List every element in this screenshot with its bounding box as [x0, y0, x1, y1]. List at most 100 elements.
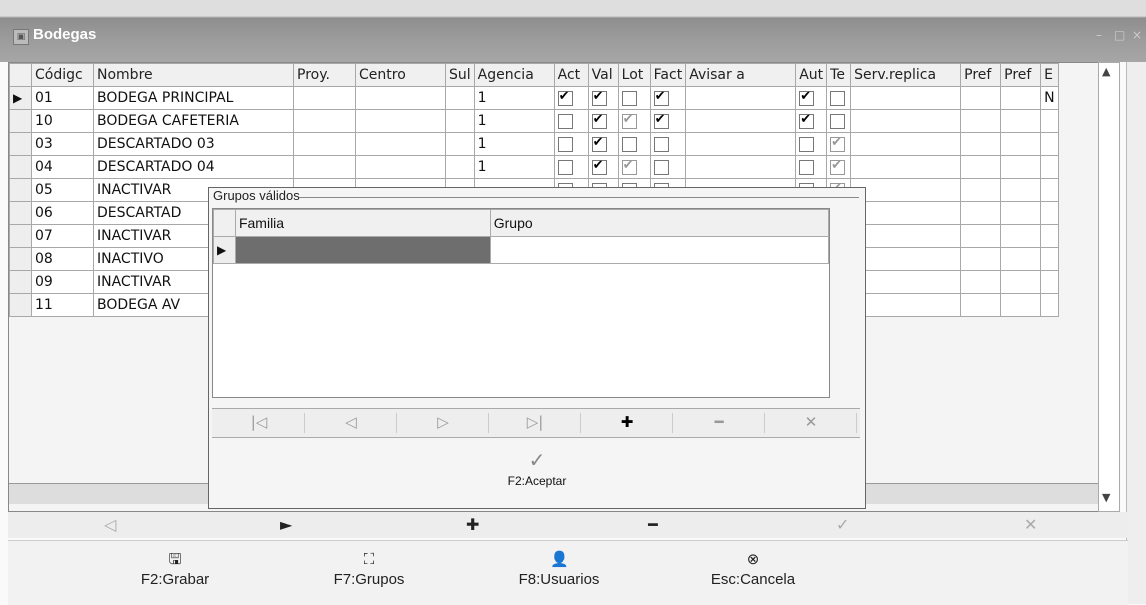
act-checkbox[interactable]	[557, 113, 573, 129]
lot-checkbox[interactable]	[621, 158, 637, 175]
proy-cell[interactable]	[293, 109, 356, 133]
pref-cell[interactable]	[1000, 86, 1042, 110]
codigo-cell[interactable]: 11	[31, 293, 94, 317]
usuarios-button[interactable]: 👤 F8:Usuarios	[504, 551, 614, 588]
serv-replica-cell[interactable]	[850, 155, 962, 179]
column-header[interactable]: Nombre	[93, 63, 294, 87]
familia-cell[interactable]	[234, 236, 491, 264]
te-checkbox[interactable]	[830, 90, 846, 106]
post-icon[interactable]: ✓	[836, 515, 849, 534]
table-row[interactable]: ▶01BODEGA PRINCIPAL 1 N	[9, 86, 1059, 110]
column-header[interactable]: Val	[587, 63, 619, 87]
sul-cell[interactable]	[445, 86, 475, 110]
avisar-cell[interactable]	[685, 132, 797, 156]
first-icon[interactable]: |◁	[214, 413, 305, 433]
column-header[interactable]: E	[1040, 63, 1059, 87]
codigo-cell[interactable]: 03	[31, 132, 94, 156]
pref-cell[interactable]	[1000, 247, 1042, 271]
column-header[interactable]: Pref	[960, 63, 1002, 87]
avisar-cell[interactable]	[685, 109, 797, 133]
column-header[interactable]: Avisar a	[685, 63, 797, 87]
maximize-icon[interactable]: □	[1114, 28, 1128, 42]
pref-cell[interactable]	[1000, 178, 1042, 202]
cancela-button[interactable]: ⊗ Esc:Cancela	[698, 551, 808, 588]
lot-checkbox[interactable]	[621, 90, 637, 106]
agencia-cell[interactable]: 1	[473, 86, 555, 110]
pref-cell[interactable]	[960, 109, 1002, 133]
grabar-button[interactable]: 🖫 F2:Grabar	[120, 551, 230, 588]
prior-icon[interactable]: ◁	[306, 413, 397, 433]
avisar-cell[interactable]	[685, 155, 797, 179]
agencia-cell[interactable]: 1	[473, 109, 555, 133]
val-checkbox[interactable]	[591, 135, 607, 152]
sul-cell[interactable]	[445, 132, 475, 156]
sul-cell[interactable]	[445, 109, 475, 133]
serv-replica-cell[interactable]	[850, 247, 962, 271]
insert-icon[interactable]: ✚	[466, 515, 479, 534]
codigo-cell[interactable]: 08	[31, 247, 94, 271]
aut-checkbox[interactable]	[799, 112, 815, 129]
fact-checkbox[interactable]	[653, 112, 669, 129]
avisar-cell[interactable]	[685, 86, 797, 110]
next-icon[interactable]: ▷	[398, 413, 489, 433]
delete-icon[interactable]: ━	[648, 515, 658, 534]
te-checkbox[interactable]	[830, 113, 846, 129]
aut-checkbox[interactable]	[799, 136, 815, 152]
serv-replica-cell[interactable]	[850, 270, 962, 294]
column-header[interactable]: Códigc	[31, 63, 94, 87]
cancel-edit-icon[interactable]: ✕	[1024, 515, 1037, 534]
serv-replica-cell[interactable]	[850, 132, 962, 156]
column-header-familia[interactable]: Familia	[234, 209, 491, 237]
val-checkbox[interactable]	[591, 89, 607, 106]
close-icon[interactable]: ×	[1132, 28, 1146, 42]
grupos-button[interactable]: ⛶ F7:Grupos	[314, 551, 424, 588]
codigo-cell[interactable]: 09	[31, 270, 94, 294]
pref-cell[interactable]	[1000, 132, 1042, 156]
e-cell[interactable]	[1040, 178, 1059, 202]
table-row[interactable]: 03 DESCARTADO 03 1	[9, 132, 1059, 156]
minimize-icon[interactable]: –	[1096, 28, 1110, 42]
e-cell[interactable]	[1040, 155, 1059, 179]
nombre-cell[interactable]: BODEGA PRINCIPAL	[93, 86, 294, 110]
codigo-cell[interactable]: 05	[31, 178, 94, 202]
proy-cell[interactable]	[293, 155, 356, 179]
serv-replica-cell[interactable]	[850, 178, 962, 202]
grid-vertical-scrollbar[interactable]: ▲ ▼	[1098, 62, 1120, 512]
insert-icon[interactable]: ✚	[582, 413, 673, 433]
pref-cell[interactable]	[1000, 109, 1042, 133]
te-checkbox[interactable]	[830, 158, 846, 175]
codigo-cell[interactable]: 01	[31, 86, 94, 110]
window-vertical-scrollbar[interactable]	[1126, 62, 1146, 604]
grupo-cell[interactable]	[489, 236, 830, 264]
pref-cell[interactable]	[960, 224, 1002, 248]
codigo-cell[interactable]: 04	[31, 155, 94, 179]
val-checkbox[interactable]	[591, 158, 607, 175]
delete-icon[interactable]: ━	[674, 413, 765, 433]
proy-cell[interactable]	[293, 132, 356, 156]
nombre-cell[interactable]: DESCARTADO 04	[93, 155, 294, 179]
pref-cell[interactable]	[1000, 293, 1042, 317]
pref-cell[interactable]	[960, 86, 1002, 110]
pref-cell[interactable]	[960, 247, 1002, 271]
table-row[interactable]: 10 BODEGA CAFETERIA 1	[9, 109, 1059, 133]
serv-replica-cell[interactable]	[850, 86, 962, 110]
column-header-grupo[interactable]: Grupo	[489, 209, 830, 237]
te-checkbox[interactable]	[830, 135, 846, 152]
pref-cell[interactable]	[960, 178, 1002, 202]
fact-checkbox[interactable]	[653, 159, 669, 175]
pref-cell[interactable]	[960, 201, 1002, 225]
codigo-cell[interactable]: 06	[31, 201, 94, 225]
column-header[interactable]: Serv.replica	[850, 63, 962, 87]
fact-checkbox[interactable]	[653, 136, 669, 152]
proy-cell[interactable]	[293, 86, 356, 110]
pref-cell[interactable]	[1000, 224, 1042, 248]
aut-checkbox[interactable]	[799, 159, 815, 175]
e-cell[interactable]	[1040, 201, 1059, 225]
fact-checkbox[interactable]	[653, 89, 669, 106]
accept-button[interactable]: ✓ F2:Aceptar	[209, 438, 865, 506]
nombre-cell[interactable]: BODEGA CAFETERIA	[93, 109, 294, 133]
pref-cell[interactable]	[960, 270, 1002, 294]
scroll-down-icon[interactable]: ▼	[1102, 491, 1110, 504]
pref-cell[interactable]	[1000, 201, 1042, 225]
serv-replica-cell[interactable]	[850, 224, 962, 248]
